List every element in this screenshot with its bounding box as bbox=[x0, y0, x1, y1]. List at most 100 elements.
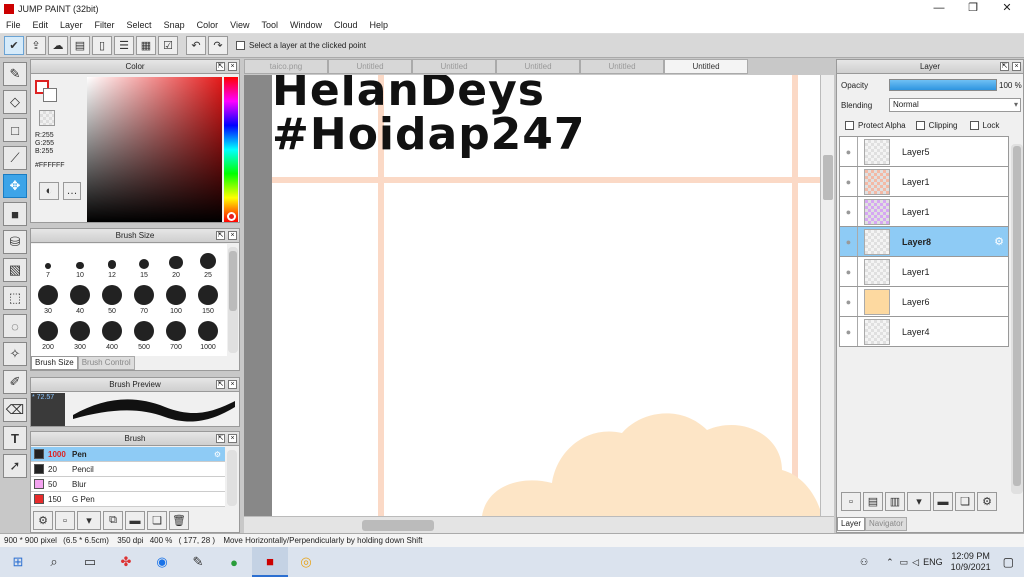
tab-navigator[interactable]: Navigator bbox=[865, 517, 908, 531]
layer-row[interactable]: ● Layer5 bbox=[840, 137, 1008, 167]
visibility-icon[interactable]: ● bbox=[840, 137, 858, 166]
visibility-icon[interactable]: ● bbox=[840, 227, 858, 256]
hue-marker[interactable] bbox=[227, 212, 236, 221]
document-icon[interactable]: ▯ bbox=[92, 36, 112, 55]
layer-row[interactable]: ● Layer4 bbox=[840, 317, 1008, 347]
bucket-tool-icon[interactable]: ⛁ bbox=[3, 230, 27, 254]
transparent-swatch[interactable] bbox=[39, 110, 55, 126]
tray-clock[interactable]: 12:09 PM 10/9/2021 bbox=[951, 551, 991, 573]
brush-size-cell[interactable]: 100 bbox=[161, 280, 191, 316]
line-tool-icon[interactable]: ⟋ bbox=[3, 146, 27, 170]
close-panel-icon[interactable]: × bbox=[228, 434, 237, 443]
brush-size-cell[interactable]: 50 bbox=[97, 280, 127, 316]
more-icon[interactable]: … bbox=[63, 182, 81, 200]
document-tab[interactable]: Untitled bbox=[412, 59, 496, 74]
select-pen-tool-icon[interactable]: ✐ bbox=[3, 370, 27, 394]
brush-menu-icon[interactable]: ▾ bbox=[77, 511, 101, 530]
document-tab[interactable]: taico.png bbox=[244, 59, 328, 74]
menu-filter[interactable]: Filter bbox=[89, 20, 121, 30]
comment-icon[interactable]: ☁ bbox=[48, 36, 68, 55]
notification-icon[interactable]: ▢ bbox=[1003, 555, 1014, 569]
brush-item[interactable]: 150 G Pen bbox=[31, 492, 225, 507]
visibility-icon[interactable]: ● bbox=[840, 287, 858, 316]
message-icon[interactable]: ▤ bbox=[70, 36, 90, 55]
brush-size-cell[interactable]: 20 bbox=[161, 244, 191, 280]
horizontal-scrollbar[interactable] bbox=[244, 516, 834, 533]
visibility-icon[interactable]: ● bbox=[840, 257, 858, 286]
document-tab[interactable]: Untitled bbox=[328, 59, 412, 74]
layer-settings-icon[interactable]: ⚙ bbox=[977, 492, 997, 511]
search-icon[interactable]: ⌕ bbox=[36, 547, 72, 577]
detach-icon[interactable]: ⇱ bbox=[216, 434, 225, 443]
vertical-scrollbar[interactable] bbox=[820, 75, 834, 516]
close-panel-icon[interactable]: × bbox=[228, 380, 237, 389]
app-grid-icon[interactable]: ✤ bbox=[108, 547, 144, 577]
pen-tool-icon[interactable]: ✎ bbox=[3, 62, 27, 86]
layer-row[interactable]: ● Layer1 bbox=[840, 257, 1008, 287]
text-tool-icon[interactable]: T bbox=[3, 426, 27, 450]
jump-paint-taskbar-icon[interactable]: ■ bbox=[252, 547, 288, 577]
layer-row[interactable]: ● Layer6 bbox=[840, 287, 1008, 317]
new-layer-menu-icon[interactable]: ▥ bbox=[885, 492, 905, 511]
people-icon[interactable]: ⚇ bbox=[860, 557, 868, 568]
select-eraser-tool-icon[interactable]: ⌫ bbox=[3, 398, 27, 422]
brush-size-cell[interactable]: 12 bbox=[97, 244, 127, 280]
brush-size-cell[interactable]: 1000 bbox=[193, 316, 223, 352]
menu-window[interactable]: Window bbox=[284, 20, 328, 30]
checklist-icon[interactable]: ☑ bbox=[158, 36, 178, 55]
layer-gear-icon[interactable]: ⚙ bbox=[994, 235, 1004, 248]
gradient-tool-icon[interactable]: ▧ bbox=[3, 258, 27, 282]
tab-brush-size[interactable]: Brush Size bbox=[31, 356, 78, 370]
document-tab[interactable]: Untitled bbox=[664, 59, 748, 74]
brush-settings-icon[interactable]: ⚙ bbox=[33, 511, 53, 530]
layer-scrollbar[interactable] bbox=[1011, 144, 1023, 494]
menu-color[interactable]: Color bbox=[191, 20, 225, 30]
brush-size-cell[interactable]: 150 bbox=[193, 280, 223, 316]
new-raster-layer-icon[interactable]: ▤ bbox=[863, 492, 883, 511]
detach-icon[interactable]: ⇱ bbox=[1000, 62, 1009, 71]
volume-icon[interactable]: ◁ bbox=[912, 557, 919, 568]
document-tab[interactable]: Untitled bbox=[580, 59, 664, 74]
detach-icon[interactable]: ⇱ bbox=[216, 380, 225, 389]
close-panel-icon[interactable]: × bbox=[1012, 62, 1021, 71]
move-tool-icon[interactable]: ✥ bbox=[3, 174, 27, 198]
palette-icon[interactable]: ◐ bbox=[39, 182, 59, 200]
menu-snap[interactable]: Snap bbox=[158, 20, 191, 30]
brush-copy-icon[interactable]: ⧉ bbox=[103, 511, 123, 530]
close-panel-icon[interactable]: × bbox=[228, 231, 237, 240]
zalo-icon[interactable]: ◉ bbox=[144, 547, 180, 577]
layer-list-icon[interactable]: ▦ bbox=[136, 36, 156, 55]
page-list-icon[interactable]: ☰ bbox=[114, 36, 134, 55]
layer-folder-icon[interactable]: ▬ bbox=[933, 492, 953, 511]
close-button[interactable]: ✕ bbox=[990, 0, 1024, 17]
redo-button[interactable]: ↷ bbox=[208, 36, 228, 55]
paint-app-icon[interactable]: ✎ bbox=[180, 547, 216, 577]
brush-size-cell[interactable]: 40 bbox=[65, 280, 95, 316]
clipping-checkbox[interactable] bbox=[915, 121, 925, 130]
new-layer-icon[interactable]: ▫ bbox=[841, 492, 861, 511]
menu-edit[interactable]: Edit bbox=[27, 20, 55, 30]
undo-button[interactable]: ↶ bbox=[186, 36, 206, 55]
folder-icon[interactable]: ▬ bbox=[125, 511, 145, 530]
select-layer-checkbox[interactable] bbox=[236, 41, 245, 50]
menu-view[interactable]: View bbox=[224, 20, 255, 30]
brush-size-cell[interactable]: 7 bbox=[33, 244, 63, 280]
brush-size-cell[interactable]: 30 bbox=[33, 280, 63, 316]
brush-size-cell[interactable]: 15 bbox=[129, 244, 159, 280]
brush-size-cell[interactable]: 300 bbox=[65, 316, 95, 352]
chrome-icon[interactable]: ◎ bbox=[288, 547, 324, 577]
menu-help[interactable]: Help bbox=[364, 20, 395, 30]
fill-rect-tool-icon[interactable]: ■ bbox=[3, 202, 27, 226]
protect-alpha-checkbox[interactable] bbox=[845, 121, 854, 130]
magic-wand-tool-icon[interactable]: ✧ bbox=[3, 342, 27, 366]
brush-scrollbar[interactable] bbox=[227, 450, 237, 506]
canvas-area[interactable]: HelanDeys #Hoidap247 bbox=[244, 75, 834, 533]
brush-size-cell[interactable]: 25 bbox=[193, 244, 223, 280]
tray-language[interactable]: ENG bbox=[923, 557, 943, 567]
new-brush-icon[interactable]: ▫ bbox=[55, 511, 75, 530]
brush-item[interactable]: 1000 Pen ⚙ bbox=[31, 447, 225, 462]
brush-size-cell[interactable]: 70 bbox=[129, 280, 159, 316]
brush-gear-icon[interactable]: ⚙ bbox=[214, 450, 221, 459]
menu-tool[interactable]: Tool bbox=[255, 20, 284, 30]
background-color-swatch[interactable] bbox=[43, 88, 57, 102]
